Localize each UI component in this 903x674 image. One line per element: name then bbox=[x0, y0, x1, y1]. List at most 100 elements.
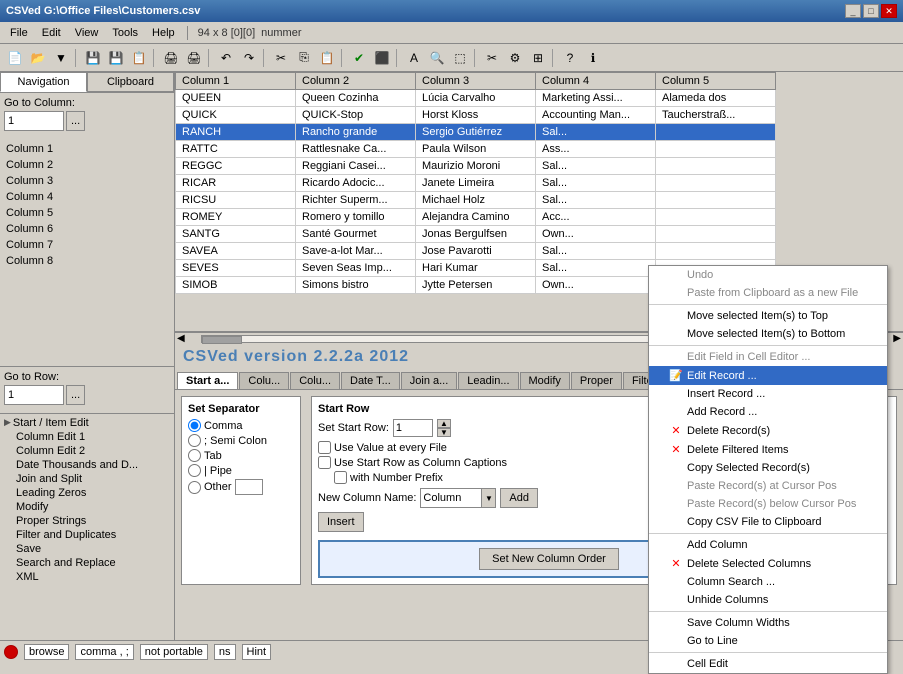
tab-join[interactable]: Join a... bbox=[401, 372, 458, 389]
ctx-paste-below[interactable]: Paste Record(s) below Cursor Pos bbox=[649, 495, 887, 513]
col-header-2[interactable]: Column 2 bbox=[296, 73, 416, 90]
scroll-right-btn[interactable]: ▶ bbox=[891, 333, 903, 344]
table-row[interactable]: REGGCReggiani Casei...Maurizio MoroniSal… bbox=[176, 158, 776, 175]
column-list-item[interactable]: Column 5 bbox=[2, 205, 172, 221]
ctx-insert-record[interactable]: Insert Record ... bbox=[649, 385, 887, 403]
ctx-delete-columns[interactable]: ✕ Delete Selected Columns bbox=[649, 554, 887, 573]
tb-copy2[interactable]: ⎘ bbox=[293, 47, 315, 69]
column-list-item[interactable]: Column 8 bbox=[2, 253, 172, 269]
maximize-button[interactable]: □ bbox=[863, 4, 879, 18]
tb-copy[interactable]: 📋 bbox=[128, 47, 150, 69]
ctx-paste-cursor[interactable]: Paste Record(s) at Cursor Pos bbox=[649, 477, 887, 495]
column-list-item[interactable]: Column 1 bbox=[2, 141, 172, 157]
add-btn[interactable]: Add bbox=[500, 488, 538, 508]
menu-view[interactable]: View bbox=[69, 25, 105, 41]
radio-tab-input[interactable] bbox=[188, 449, 201, 462]
ctx-save-widths[interactable]: Save Column Widths bbox=[649, 614, 887, 632]
spin-down[interactable]: ▼ bbox=[437, 428, 451, 437]
table-row[interactable]: SANTGSanté GourmetJonas BergulfsenOwn... bbox=[176, 226, 776, 243]
table-row[interactable]: QUICKQUICK-StopHorst KlossAccounting Man… bbox=[176, 107, 776, 124]
tb-font[interactable]: A bbox=[403, 47, 425, 69]
table-row[interactable]: SAVEASave-a-lot Mar...Jose PavarottiSal.… bbox=[176, 243, 776, 260]
tb-help[interactable]: ? bbox=[559, 47, 581, 69]
table-row[interactable]: RATTCRattlesnake Ca...Paula WilsonAss... bbox=[176, 141, 776, 158]
scroll-thumb[interactable] bbox=[202, 336, 242, 344]
tb-print2[interactable]: 🖨 bbox=[183, 47, 205, 69]
tab-col2[interactable]: Colu... bbox=[290, 372, 340, 389]
table-row[interactable]: QUEENQueen CozinhaLúcia CarvalhoMarketin… bbox=[176, 90, 776, 107]
menu-file[interactable]: File bbox=[4, 25, 34, 41]
tb-check[interactable]: ✔ bbox=[348, 47, 370, 69]
ctx-delete-filtered[interactable]: ✕ Delete Filtered Items bbox=[649, 440, 887, 459]
tb-cut[interactable]: ✂ bbox=[270, 47, 292, 69]
tree-item-col2[interactable]: Column Edit 2 bbox=[2, 444, 172, 458]
spin-up[interactable]: ▲ bbox=[437, 419, 451, 428]
tb-settings[interactable]: ⚙ bbox=[504, 47, 526, 69]
ctx-delete-record[interactable]: ✕ Delete Record(s) bbox=[649, 421, 887, 440]
ctx-add-record[interactable]: Add Record ... bbox=[649, 403, 887, 421]
tb-grid[interactable]: ⊞ bbox=[527, 47, 549, 69]
close-button[interactable]: ✕ bbox=[881, 4, 897, 18]
ctx-move-top[interactable]: Move selected Item(s) to Top bbox=[649, 307, 887, 325]
radio-semicolon-input[interactable] bbox=[188, 434, 201, 447]
column-list-item[interactable]: Column 7 bbox=[2, 237, 172, 253]
tree-item-col1[interactable]: Column Edit 1 bbox=[2, 430, 172, 444]
check-prefix-input[interactable] bbox=[334, 471, 347, 484]
column-list-item[interactable]: Column 2 bbox=[2, 157, 172, 173]
tab-col1[interactable]: Colu... bbox=[239, 372, 289, 389]
tb-info[interactable]: ℹ bbox=[582, 47, 604, 69]
tb-save2[interactable]: 💾 bbox=[105, 47, 127, 69]
tb-cut2[interactable]: ✂ bbox=[481, 47, 503, 69]
tb-replace[interactable]: ⬚ bbox=[449, 47, 471, 69]
tree-item-save[interactable]: Save bbox=[2, 542, 172, 556]
tab-start[interactable]: Start a... bbox=[177, 372, 238, 389]
check-captions-input[interactable] bbox=[318, 456, 331, 469]
tab-modify[interactable]: Modify bbox=[520, 372, 570, 389]
other-char-input[interactable] bbox=[235, 479, 263, 495]
ctx-goto-line[interactable]: Go to Line bbox=[649, 632, 887, 650]
tree-item-search[interactable]: Search and Replace bbox=[2, 556, 172, 570]
tb-save[interactable]: 💾 bbox=[82, 47, 104, 69]
tb-new[interactable]: 📄 bbox=[4, 47, 26, 69]
goto-row-btn[interactable]: ... bbox=[66, 385, 85, 405]
tree-item-xml[interactable]: XML bbox=[2, 570, 172, 584]
radio-other-input[interactable] bbox=[188, 481, 201, 494]
col-name-dropdown[interactable]: ▼ bbox=[481, 489, 495, 507]
goto-row-input[interactable] bbox=[4, 385, 64, 405]
menu-help[interactable]: Help bbox=[146, 25, 181, 41]
tb-stop[interactable]: ⬛ bbox=[371, 47, 393, 69]
insert-btn[interactable]: Insert bbox=[318, 512, 364, 532]
tb-paste[interactable]: 📋 bbox=[316, 47, 338, 69]
table-row[interactable]: ROMEYRomero y tomilloAlejandra CaminoAcc… bbox=[176, 209, 776, 226]
tree-item-join[interactable]: Join and Split bbox=[2, 472, 172, 486]
table-row[interactable]: RICARRicardo Adocic...Janete LimeiraSal.… bbox=[176, 175, 776, 192]
radio-pipe-input[interactable] bbox=[188, 464, 201, 477]
menu-edit[interactable]: Edit bbox=[36, 25, 67, 41]
tb-search[interactable]: 🔍 bbox=[426, 47, 448, 69]
goto-column-input[interactable] bbox=[4, 111, 64, 131]
set-order-btn[interactable]: Set New Column Order bbox=[479, 548, 619, 570]
tab-leading[interactable]: Leadin... bbox=[458, 372, 518, 389]
tree-item-filter[interactable]: Filter and Duplicates bbox=[2, 528, 172, 542]
tab-navigation[interactable]: Navigation bbox=[0, 72, 87, 92]
col-header-1[interactable]: Column 1 bbox=[176, 73, 296, 90]
tb-redo[interactable]: ↷ bbox=[238, 47, 260, 69]
ctx-edit-record[interactable]: 📝 Edit Record ... bbox=[649, 366, 887, 385]
tab-proper[interactable]: Proper bbox=[571, 372, 622, 389]
table-row[interactable]: RANCHRancho grandeSergio GutiérrezSal... bbox=[176, 124, 776, 141]
ctx-copy-records[interactable]: Copy Selected Record(s) bbox=[649, 459, 887, 477]
col-header-4[interactable]: Column 4 bbox=[536, 73, 656, 90]
ctx-paste-clipboard[interactable]: Paste from Clipboard as a new File bbox=[649, 284, 887, 302]
column-list-item[interactable]: Column 3 bbox=[2, 173, 172, 189]
tb-open[interactable]: 📂 bbox=[27, 47, 49, 69]
tree-item-start[interactable]: ▶ Start / Item Edit bbox=[2, 416, 172, 430]
scroll-left-btn[interactable]: ◀ bbox=[175, 333, 187, 344]
tab-date[interactable]: Date T... bbox=[341, 372, 400, 389]
table-row[interactable]: RICSURichter Superm...Michael HolzSal... bbox=[176, 192, 776, 209]
ctx-add-column[interactable]: Add Column bbox=[649, 536, 887, 554]
menu-tools[interactable]: Tools bbox=[106, 25, 144, 41]
radio-comma-input[interactable] bbox=[188, 419, 201, 432]
ctx-col-search[interactable]: Column Search ... bbox=[649, 573, 887, 591]
tb-print[interactable]: 🖨 bbox=[160, 47, 182, 69]
start-row-input[interactable] bbox=[393, 419, 433, 437]
